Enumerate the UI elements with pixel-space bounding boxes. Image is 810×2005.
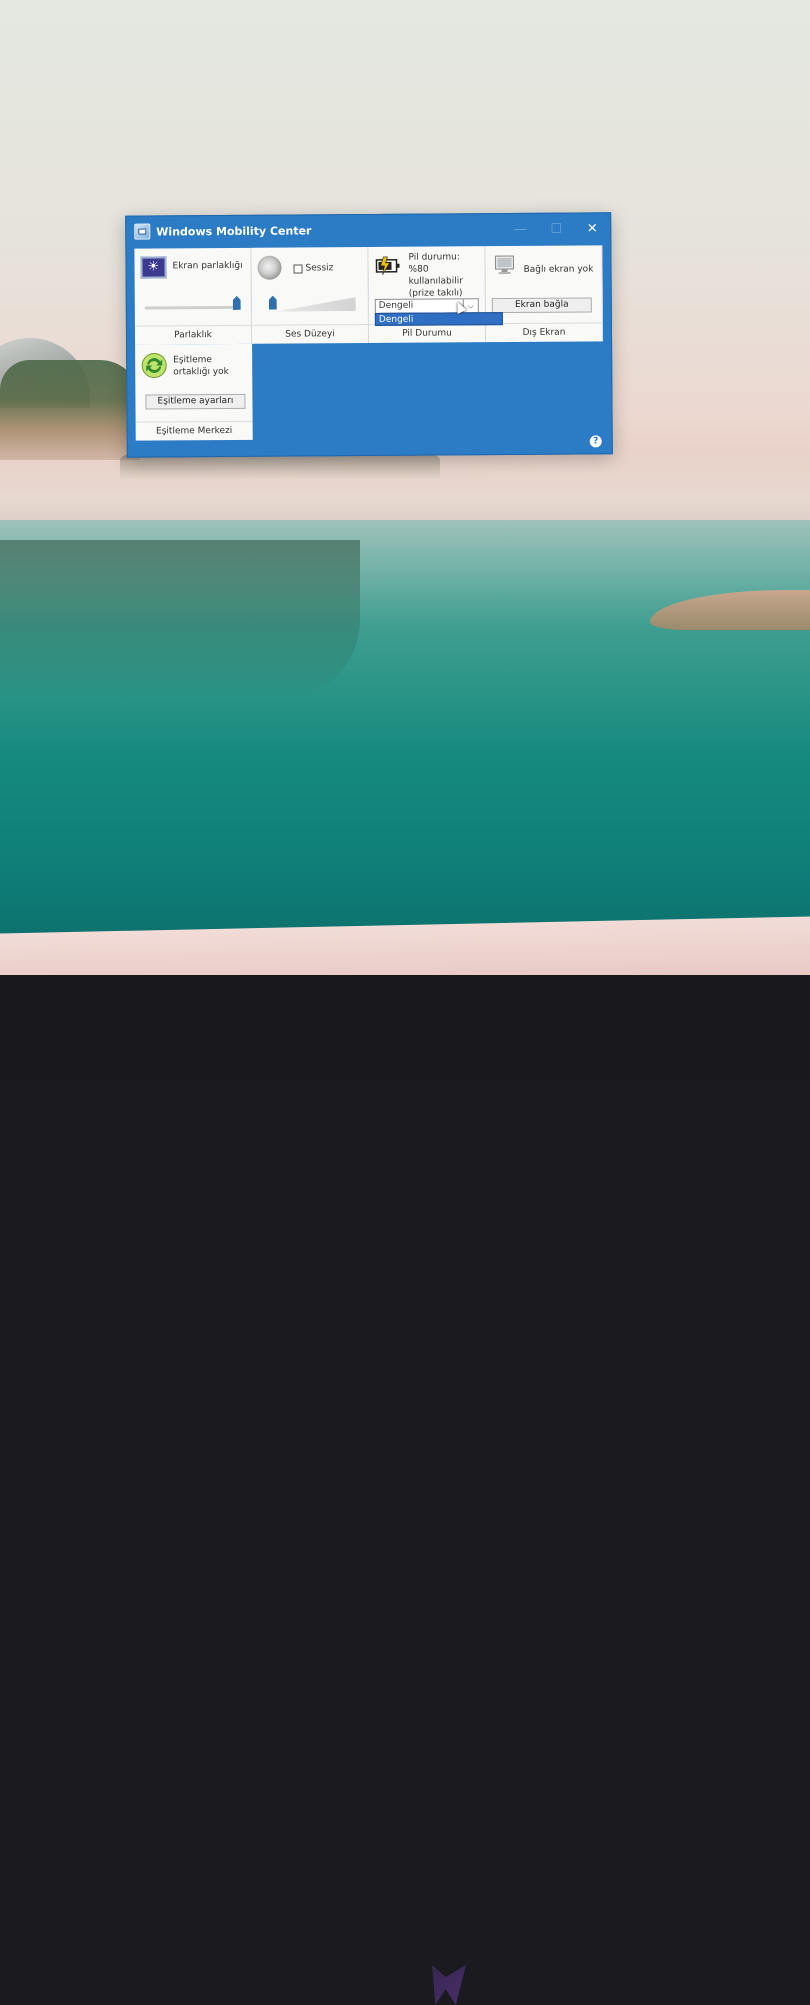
brightness-slider-thumb[interactable] [233, 296, 241, 310]
brightness-icon[interactable] [140, 256, 167, 279]
mute-label: Sessiz [305, 263, 334, 274]
volume-tile: Sessiz Ses Düzeyi [251, 247, 370, 344]
display-footer: Dış Ekran [485, 322, 603, 343]
sync-icon [141, 353, 167, 379]
mute-checkbox[interactable] [293, 263, 303, 274]
sync-tile: Eşitleme ortaklığı yok Eşitleme ayarları… [135, 343, 253, 441]
connect-display-button[interactable]: Ekran bağla [491, 297, 592, 314]
volume-slider-thumb[interactable] [269, 296, 277, 310]
desktop-wallpaper: Windows Mobility Center — ☐ ✕ Ekran parl… [0, 0, 810, 950]
wallpaper-reflection [0, 540, 360, 700]
monitor-logo-icon [432, 1965, 466, 2005]
desk-surface [0, 975, 810, 2005]
brightness-label: Ekran parlaklığı [172, 260, 243, 272]
title-bar[interactable]: Windows Mobility Center — ☐ ✕ [126, 213, 610, 246]
mobility-center-window: Windows Mobility Center — ☐ ✕ Ekran parl… [125, 212, 613, 458]
sync-status: Eşitleme ortaklığı yok [173, 355, 229, 378]
mute-toggle[interactable]: Sessiz [293, 263, 333, 273]
battery-status: Pil durumu: %80 kullanılabilir (prize ta… [408, 252, 463, 299]
external-display-tile: Bağlı ekran yok Ekran bağla Dış Ekran [485, 245, 604, 343]
sync-settings-button[interactable]: Eşitleme ayarları [145, 393, 246, 410]
battery-plug-icon [375, 256, 400, 276]
close-button[interactable]: ✕ [574, 213, 610, 243]
brightness-slider[interactable] [144, 306, 241, 310]
brightness-footer: Parlaklık [134, 324, 252, 345]
volume-footer: Ses Düzeyi [251, 324, 369, 344]
battery-tile: Pil durumu: %80 kullanılabilir (prize ta… [368, 246, 503, 343]
monitor-icon [494, 255, 515, 275]
power-plan-selected: Dengeli [378, 300, 414, 311]
mobility-center-icon [134, 223, 151, 240]
tile-grid: Ekran parlaklığı Parlaklık Sessiz Ses Dü… [134, 245, 604, 441]
brightness-tile: Ekran parlaklığı Parlaklık [134, 247, 253, 345]
maximize-button[interactable]: ☐ [538, 214, 574, 244]
window-title: Windows Mobility Center [156, 223, 312, 238]
display-status: Bağlı ekran yok [523, 264, 594, 275]
sync-footer: Eşitleme Merkezi [135, 420, 253, 441]
wallpaper-trees [0, 360, 140, 460]
speaker-icon[interactable] [257, 255, 282, 280]
power-plan-option[interactable]: Dengeli [374, 312, 503, 326]
help-icon[interactable]: ? [589, 435, 602, 448]
minimize-button[interactable]: — [502, 214, 538, 244]
